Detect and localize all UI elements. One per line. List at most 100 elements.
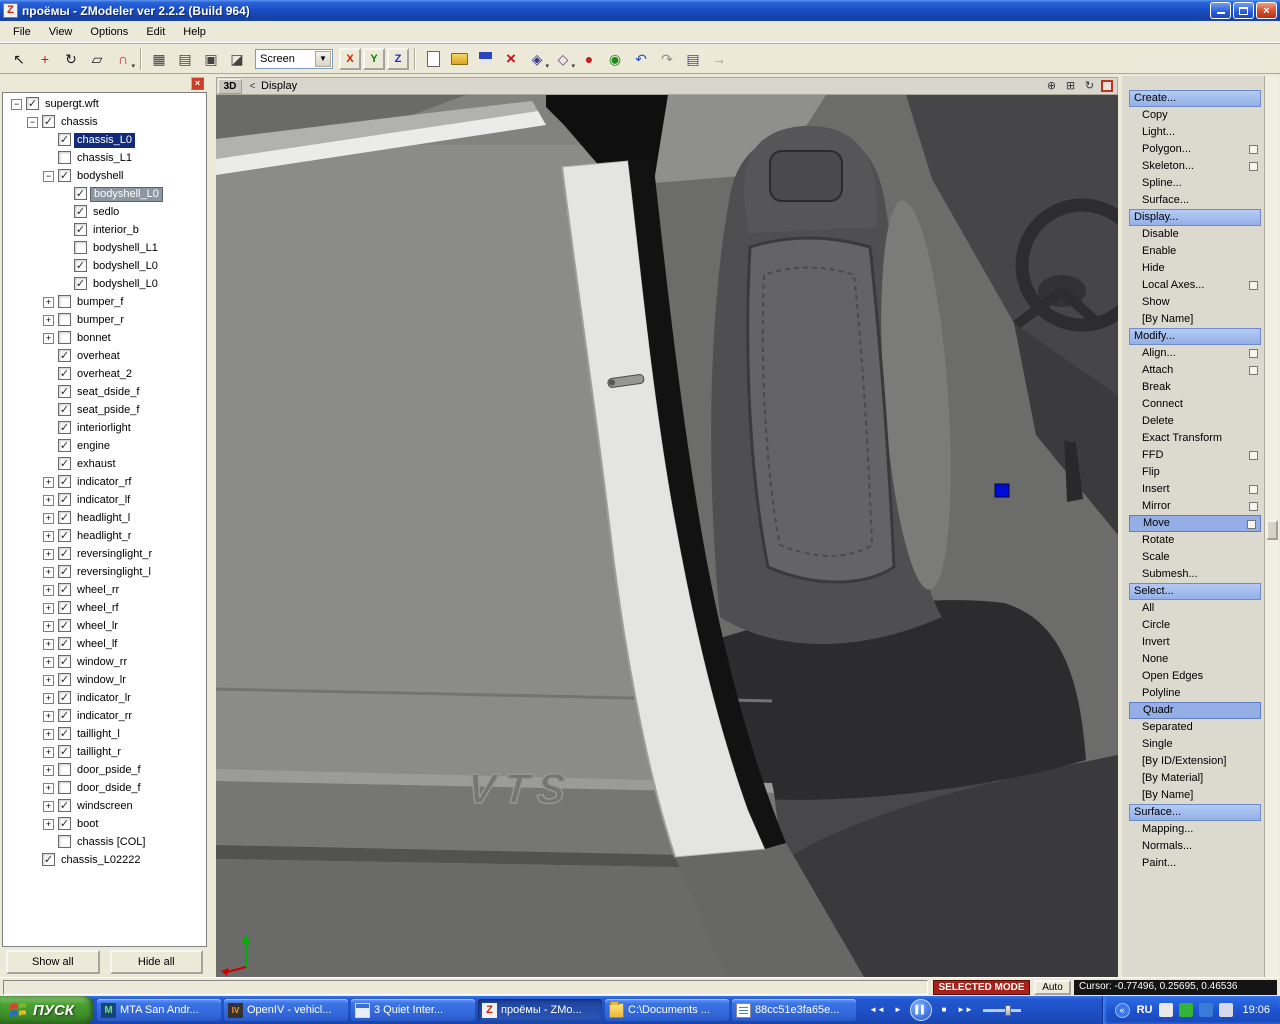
visibility-checkbox[interactable]: ✓ — [58, 727, 71, 740]
tree-node-wheel-rf[interactable]: wheel_rf — [74, 601, 122, 616]
tree-row[interactable]: + ✓ wheel_lr — [3, 617, 206, 635]
visibility-checkbox[interactable]: ✓ — [58, 799, 71, 812]
tree-row[interactable]: + ✓ headlight_r — [3, 527, 206, 545]
tree-row[interactable]: + ✓ indicator_rf — [3, 473, 206, 491]
tree-node-bodyshell[interactable]: bodyshell — [74, 169, 126, 184]
tree-row[interactable]: ✓ chassis_L02222 — [3, 851, 206, 869]
tree-row[interactable]: + door_pside_f — [3, 761, 206, 779]
tray-icon-2[interactable] — [1179, 1003, 1194, 1017]
tree-row[interactable]: + ✓ reversinglight_r — [3, 545, 206, 563]
visibility-checkbox[interactable]: ✓ — [58, 169, 71, 182]
cmd-polygon[interactable]: Polygon... — [1128, 141, 1262, 158]
tree-node-seat-dside-f[interactable]: seat_dside_f — [74, 385, 142, 400]
tree-row[interactable]: + ✓ boot — [3, 815, 206, 833]
wireframe-view-icon[interactable]: ▦ — [147, 47, 171, 71]
tree-row[interactable]: ✓ seat_dside_f — [3, 383, 206, 401]
tree-row[interactable]: + door_dside_f — [3, 779, 206, 797]
tree-row[interactable]: + ✓ taillight_r — [3, 743, 206, 761]
scrollbar-thumb[interactable] — [1266, 520, 1278, 540]
cmd-by-name[interactable]: [By Name] — [1128, 311, 1262, 328]
cmd-create[interactable]: Create... — [1129, 90, 1261, 107]
cmd-invert[interactable]: Invert — [1128, 634, 1262, 651]
expand-icon[interactable]: + — [43, 657, 54, 668]
close-button[interactable]: × — [1256, 2, 1277, 19]
visibility-checkbox[interactable]: ✓ — [58, 439, 71, 452]
visibility-checkbox[interactable]: ✓ — [58, 421, 71, 434]
cmd-circle[interactable]: Circle — [1128, 617, 1262, 634]
orbit-icon[interactable]: ↻ — [1082, 79, 1097, 93]
cmd-align[interactable]: Align... — [1128, 345, 1262, 362]
volume-slider[interactable] — [983, 1004, 1021, 1016]
volume-slider-thumb[interactable] — [1005, 1004, 1011, 1016]
language-indicator[interactable]: RU — [1137, 1004, 1153, 1016]
tree-node-overheat-2[interactable]: overheat_2 — [74, 367, 135, 382]
expand-icon[interactable]: + — [43, 315, 54, 326]
cmd-connect[interactable]: Connect — [1128, 396, 1262, 413]
cmd-open-edges[interactable]: Open Edges — [1128, 668, 1262, 685]
visibility-checkbox[interactable]: ✓ — [58, 493, 71, 506]
expand-icon[interactable]: + — [43, 585, 54, 596]
cmd-submesh[interactable]: Submesh... — [1128, 566, 1262, 583]
cmd-show[interactable]: Show — [1128, 294, 1262, 311]
hidden-icons-chevron[interactable]: « — [1114, 1002, 1130, 1018]
tree-row[interactable]: + ✓ indicator_lr — [3, 689, 206, 707]
visibility-checkbox[interactable]: ✓ — [58, 655, 71, 668]
tree-row[interactable]: + ✓ wheel_lf — [3, 635, 206, 653]
visibility-checkbox[interactable] — [58, 781, 71, 794]
cmd-mapping[interactable]: Mapping... — [1128, 821, 1262, 838]
tree-node-chassis[interactable]: chassis — [58, 115, 101, 130]
tree-node-door-dside-f[interactable]: door_dside_f — [74, 781, 144, 796]
tree-node-interiorlight[interactable]: interiorlight — [74, 421, 134, 436]
tree-node-reversinglight-l[interactable]: reversinglight_l — [74, 565, 154, 580]
tree-row[interactable]: ✓ exhaust — [3, 455, 206, 473]
tree-row[interactable]: + ✓ indicator_lf — [3, 491, 206, 509]
visibility-checkbox[interactable]: ✓ — [58, 511, 71, 524]
tree-node-door-pside-f[interactable]: door_pside_f — [74, 763, 144, 778]
expand-icon[interactable]: + — [43, 549, 54, 560]
visibility-checkbox[interactable] — [58, 835, 71, 848]
tree-node-wheel-rr[interactable]: wheel_rr — [74, 583, 122, 598]
tray-icon-1[interactable] — [1159, 1003, 1174, 1017]
cmd-quadr[interactable]: Quadr — [1129, 702, 1261, 719]
cmd-normals[interactable]: Normals... — [1128, 838, 1262, 855]
pan-icon[interactable]: ⊞ — [1063, 79, 1078, 93]
cmd-by-name[interactable]: [By Name] — [1128, 787, 1262, 804]
collapse-icon[interactable]: − — [11, 99, 22, 110]
tree-panel-close-icon[interactable]: × — [191, 77, 204, 90]
visibility-checkbox[interactable]: ✓ — [74, 205, 87, 218]
tree-row[interactable]: + bumper_r — [3, 311, 206, 329]
cmd-move[interactable]: Move — [1129, 515, 1261, 532]
options-box-icon[interactable] — [1247, 520, 1256, 529]
tree-node-taillight-l[interactable]: taillight_l — [74, 727, 123, 742]
combo-dropdown-icon[interactable]: ▼ — [315, 50, 331, 67]
tree-row[interactable]: ✓ bodyshell_L0 — [3, 185, 206, 203]
tree-node-sedlo[interactable]: sedlo — [90, 205, 122, 220]
tree-row[interactable]: + ✓ indicator_rr — [3, 707, 206, 725]
cmd-all[interactable]: All — [1128, 600, 1262, 617]
tree-node-chassis-l02222[interactable]: chassis_L02222 — [58, 853, 144, 868]
tray-icon-4[interactable] — [1219, 1003, 1234, 1017]
task-88cc51e3fa65e[interactable]: 88cc51e3fa65e... — [732, 999, 856, 1021]
tree-node-indicator-rf[interactable]: indicator_rf — [74, 475, 134, 490]
options-box-icon[interactable] — [1249, 485, 1258, 494]
cmd-exact-transform[interactable]: Exact Transform — [1128, 430, 1262, 447]
zoom-icon[interactable]: ⊕ — [1044, 79, 1059, 93]
expand-icon[interactable]: + — [43, 531, 54, 542]
options-box-icon[interactable] — [1249, 366, 1258, 375]
tree-row[interactable]: ✓ overheat — [3, 347, 206, 365]
tree-node-windscreen[interactable]: windscreen — [74, 799, 136, 814]
expand-icon[interactable]: + — [43, 621, 54, 632]
cmd-mirror[interactable]: Mirror — [1128, 498, 1262, 515]
tree-row[interactable]: + ✓ reversinglight_l — [3, 563, 206, 581]
visibility-checkbox[interactable]: ✓ — [42, 853, 55, 866]
visibility-checkbox[interactable]: ✓ — [58, 475, 71, 488]
expand-icon[interactable]: + — [43, 801, 54, 812]
visibility-checkbox[interactable]: ✓ — [26, 97, 39, 110]
visibility-checkbox[interactable]: ✓ — [42, 115, 55, 128]
axis-y-button[interactable]: Y — [363, 47, 385, 70]
visibility-checkbox[interactable] — [58, 331, 71, 344]
tree-node-chassis-l0[interactable]: chassis_L0 — [74, 133, 136, 148]
visibility-checkbox[interactable]: ✓ — [74, 187, 87, 200]
options-box-icon[interactable] — [1249, 349, 1258, 358]
task-mta-san-andr[interactable]: MTA San Andr... — [97, 999, 221, 1021]
